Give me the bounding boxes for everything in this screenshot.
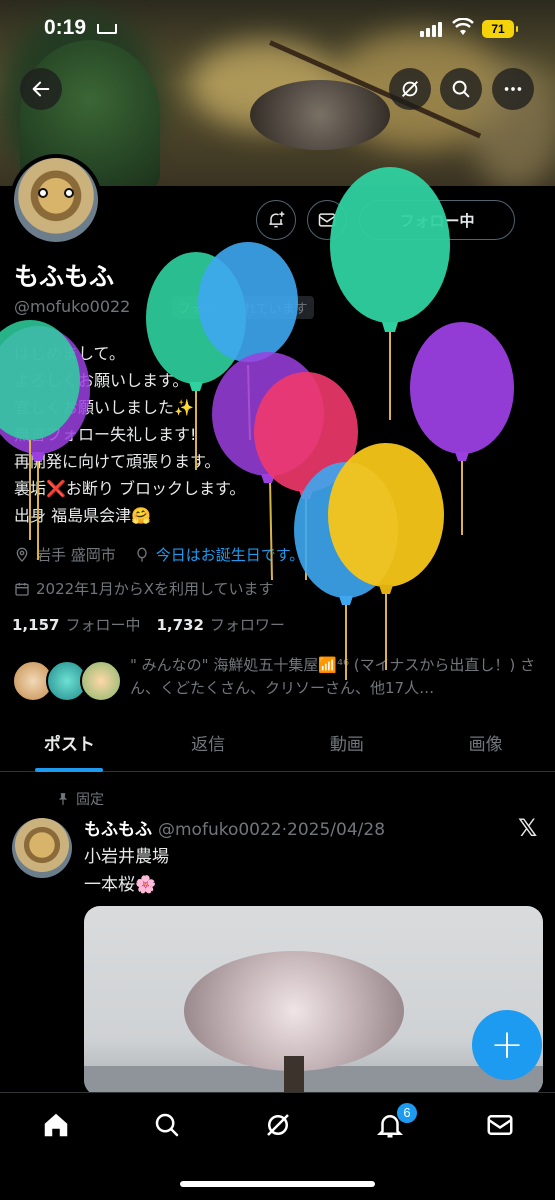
nav-explore[interactable]: [152, 1110, 182, 1140]
tab-images[interactable]: 画像: [416, 722, 555, 771]
bio-line: 宜しくお願いしました✨: [14, 398, 194, 417]
tab-posts[interactable]: ポスト: [0, 722, 139, 771]
status-time: 0:19: [44, 16, 87, 39]
battery-indicator: 71: [482, 20, 518, 38]
back-arrow-icon: [32, 81, 50, 97]
tab-replies[interactable]: 返信: [139, 722, 278, 771]
post-image[interactable]: [84, 906, 543, 1096]
following-count-link[interactable]: 1,157 フォロー中: [12, 614, 140, 635]
location-text: 岩手 盛岡市: [36, 546, 116, 564]
post-text[interactable]: 小岩井農場 一本桜🌸: [84, 843, 169, 899]
post-avatar[interactable]: [12, 818, 72, 878]
sleep-icon: [97, 24, 117, 34]
post-author-name[interactable]: もふもふ: [84, 820, 152, 840]
balloon-icon: [137, 547, 147, 562]
profile-tabs: ポスト 返信 動画 画像: [0, 722, 555, 772]
avatar[interactable]: [10, 154, 102, 246]
bio-line: 裏垢❌お断り ブロックします。: [14, 479, 246, 498]
back-button[interactable]: [20, 68, 62, 110]
profile-meta-location: 岩手 盛岡市 今日はお誕生日です。: [14, 544, 304, 565]
more-button[interactable]: [492, 68, 534, 110]
message-icon: [318, 213, 336, 227]
bio-line: よろしくお願いします。: [14, 371, 189, 390]
home-indicator[interactable]: [180, 1181, 375, 1187]
notification-subscribe-button[interactable]: [256, 200, 296, 240]
notification-add-icon: [269, 211, 285, 228]
x-logo-icon: 𝕏: [518, 814, 538, 842]
profile-handle: @mofuko0022: [14, 297, 131, 316]
pin-icon: [58, 793, 68, 805]
more-icon: [504, 87, 522, 91]
mail-icon: [487, 1115, 513, 1135]
image-cherry-tree: [184, 951, 404, 1071]
post-text-line: 小岩井農場: [84, 847, 169, 867]
follower-avatar: [80, 660, 122, 702]
post-author-handle[interactable]: @mofuko0022: [158, 820, 282, 840]
nav-grok[interactable]: [263, 1110, 293, 1140]
calendar-icon: [15, 582, 29, 596]
profile-bio: はじめまして。 よろしくお願いします。 宜しくお願いしました✨ 無言フォロー失礼…: [14, 340, 534, 529]
location-icon: [16, 547, 28, 562]
tab-videos[interactable]: 動画: [278, 722, 417, 771]
post-header: もふもふ @mofuko0022·2025/04/28: [84, 815, 385, 840]
search-icon: [155, 1113, 179, 1137]
search-icon: [452, 80, 470, 98]
follows-you-badge: フォローされています: [172, 296, 314, 319]
status-bar: 0:19 71: [0, 14, 555, 48]
grok-icon: [402, 81, 418, 97]
avatar-face: [38, 188, 74, 198]
bio-line: 無言フォロー失礼します!: [14, 425, 197, 444]
post-text-line: 一本桜🌸: [84, 875, 157, 895]
birthday-link[interactable]: 今日はお誕生日です。: [156, 544, 305, 565]
joined-text: 2022年1月からXを利用しています: [36, 580, 274, 598]
signal-icon: [420, 22, 442, 37]
message-button[interactable]: [307, 200, 347, 240]
nav-home[interactable]: [41, 1110, 71, 1140]
profile-name: もふもふ: [14, 262, 115, 291]
wifi-icon: [452, 18, 474, 35]
compose-post-button[interactable]: +: [472, 1010, 542, 1080]
followers-count-link[interactable]: 1,732 フォロワー: [156, 614, 284, 635]
followed-by-text: " みんなの" 海鮮処五十集屋📶⁴⁶ (マイナスから出直し！) さん、くどたくさ…: [130, 656, 535, 697]
nav-messages[interactable]: [485, 1110, 515, 1140]
search-button[interactable]: [440, 68, 482, 110]
notifications-badge: 6: [397, 1103, 417, 1123]
grok-button[interactable]: [389, 68, 431, 110]
home-icon: [44, 1113, 68, 1137]
bio-line: 出身 福島県会津🤗: [14, 506, 152, 525]
image-tree-trunk: [284, 1056, 304, 1096]
following-button[interactable]: フォロー中: [359, 200, 515, 240]
follow-counts: 1,157 フォロー中 1,732 フォロワー: [12, 614, 285, 635]
pinned-label: 固定: [56, 789, 104, 809]
post-date[interactable]: 2025/04/28: [287, 820, 385, 840]
grok-icon: [267, 1114, 289, 1136]
followed-by-row[interactable]: " みんなの" 海鮮処五十集屋📶⁴⁶ (マイナスから出直し！) さん、くどたくさ…: [12, 654, 542, 710]
bio-line: はじめまして。: [14, 344, 126, 363]
profile-meta-joined: 2022年1月からXを利用しています: [14, 578, 274, 599]
banner-cloud-sculpture: [250, 80, 390, 150]
bio-line: 再開発に向けて頑張ります。: [14, 452, 221, 471]
